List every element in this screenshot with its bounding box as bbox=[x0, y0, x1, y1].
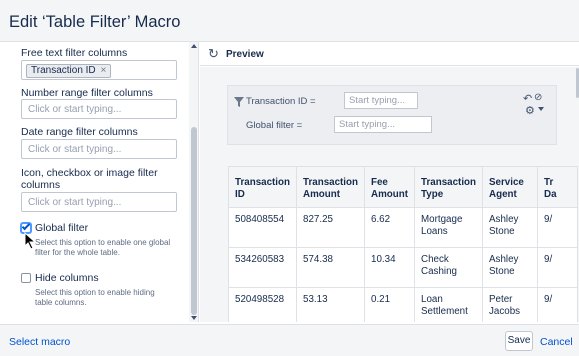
table-cell: 574.38 bbox=[296, 247, 365, 288]
hide-columns-desc-line2: table columns. bbox=[35, 298, 87, 307]
table-cell: 0.21 bbox=[363, 287, 416, 322]
column-header[interactable]: Tr Da bbox=[537, 166, 579, 208]
scroll-down-icon[interactable] bbox=[191, 316, 197, 320]
global-filter-desc-line1: Select this option to enable one global bbox=[35, 238, 171, 247]
table-cell: Ashley Stone bbox=[482, 247, 539, 288]
hide-columns-checkbox[interactable] bbox=[21, 273, 31, 283]
tag-remove-icon[interactable]: × bbox=[100, 65, 106, 76]
table-cell: 6.62 bbox=[363, 207, 416, 248]
table-row: 508408554 827.25 6.62 Mortgage Loans Ashl… bbox=[228, 207, 579, 248]
chevron-down-icon[interactable] bbox=[538, 107, 544, 111]
column-header[interactable]: Service Agent bbox=[482, 166, 539, 208]
table-cell: 53.13 bbox=[296, 287, 365, 322]
transaction-id-filter-input[interactable]: Start typing... bbox=[344, 92, 418, 109]
column-header[interactable]: Fee Amount bbox=[363, 166, 416, 208]
preview-table: Transaction ID Transaction Amount Fee Amoun… bbox=[228, 166, 579, 322]
macro-parameters-panel: Free text filter columns Transaction ID … bbox=[0, 42, 188, 322]
scroll-up-icon[interactable] bbox=[191, 44, 197, 48]
column-header[interactable]: Transaction Amount bbox=[296, 166, 365, 208]
number-range-filter-label: Number range filter columns bbox=[21, 87, 153, 99]
global-filter-label[interactable]: Global filter bbox=[35, 222, 88, 234]
table-cell: Loan Settlement bbox=[414, 287, 484, 322]
block-icon[interactable]: ⊘ bbox=[534, 92, 542, 103]
cursor-icon bbox=[24, 232, 37, 250]
table-cell: Mortgage Loans bbox=[414, 207, 484, 248]
number-range-filter-input[interactable]: Click or start typing... bbox=[21, 99, 177, 119]
icon-filter-label-line1: Icon, checkbox or image filter bbox=[21, 167, 158, 179]
filter-panel: Transaction ID = Start typing... Global … bbox=[227, 85, 557, 145]
table-cell: Check Cashing bbox=[414, 247, 484, 288]
select-macro-link[interactable]: Select macro bbox=[9, 336, 70, 348]
dialog-header: Edit ‘Table Filter’ Macro bbox=[0, 0, 579, 42]
hide-columns-desc-line1: Select this option to enable hiding bbox=[35, 288, 155, 297]
preview-area: Transaction ID = Start typing... Global … bbox=[200, 67, 579, 322]
column-header[interactable]: Transaction ID bbox=[228, 166, 297, 208]
transaction-id-filter-label: Transaction ID = bbox=[246, 96, 316, 107]
table-cell: 10.34 bbox=[363, 247, 416, 288]
table-cell: Ashley Stone bbox=[482, 207, 539, 248]
table-cell: 534260583 bbox=[228, 247, 297, 288]
table-cell: 9/ bbox=[537, 287, 579, 322]
filter-icon bbox=[234, 97, 244, 107]
free-text-filter-input[interactable]: Transaction ID × bbox=[21, 60, 177, 80]
global-filter-desc-line2: filter for the whole table. bbox=[35, 248, 120, 257]
free-text-filter-label: Free text filter columns bbox=[21, 47, 128, 59]
table-cell: 9/ bbox=[537, 247, 579, 288]
table-row: 520498528 53.13 0.21 Loan Settlement Pete… bbox=[228, 287, 579, 322]
global-filter-preview-label: Global filter = bbox=[246, 120, 303, 131]
icon-filter-input[interactable]: Click or start typing... bbox=[21, 192, 177, 212]
tag-label: Transaction ID bbox=[31, 65, 96, 76]
refresh-icon[interactable]: ↻ bbox=[208, 47, 219, 60]
table-row: 534260583 574.38 10.34 Check Cashing Ashl… bbox=[228, 247, 579, 288]
table-cell: 520498528 bbox=[228, 287, 297, 322]
table-cell: Peter Jacobs bbox=[482, 287, 539, 322]
parameters-scrollbar[interactable] bbox=[189, 42, 199, 322]
cancel-button[interactable]: Cancel bbox=[540, 336, 573, 348]
global-filter-preview-input[interactable]: Start typing... bbox=[334, 116, 432, 133]
save-button[interactable]: Save bbox=[505, 331, 533, 351]
dialog-title: Edit ‘Table Filter’ Macro bbox=[9, 13, 181, 31]
table-header-row: Transaction ID Transaction Amount Fee Amoun… bbox=[228, 166, 579, 208]
preview-header: ↻ Preview bbox=[200, 42, 579, 66]
column-header[interactable]: Transaction Type bbox=[414, 166, 484, 208]
dialog-footer: Select macro Save Cancel bbox=[0, 324, 579, 356]
table-cell: 9/ bbox=[537, 207, 579, 248]
date-range-filter-label: Date range filter columns bbox=[21, 126, 138, 138]
table-cell: 827.25 bbox=[296, 207, 365, 248]
checkmark-icon bbox=[21, 221, 31, 231]
icon-filter-label-line2: columns bbox=[21, 179, 61, 191]
date-range-filter-input[interactable]: Click or start typing... bbox=[21, 139, 177, 159]
hide-columns-label[interactable]: Hide columns bbox=[35, 272, 99, 284]
table-cell: 508408554 bbox=[228, 207, 297, 248]
cog-icon[interactable]: ⚙ bbox=[525, 104, 535, 117]
preview-title: Preview bbox=[226, 49, 264, 60]
transaction-id-tag: Transaction ID × bbox=[26, 64, 112, 78]
scrollbar-thumb[interactable] bbox=[191, 127, 197, 315]
